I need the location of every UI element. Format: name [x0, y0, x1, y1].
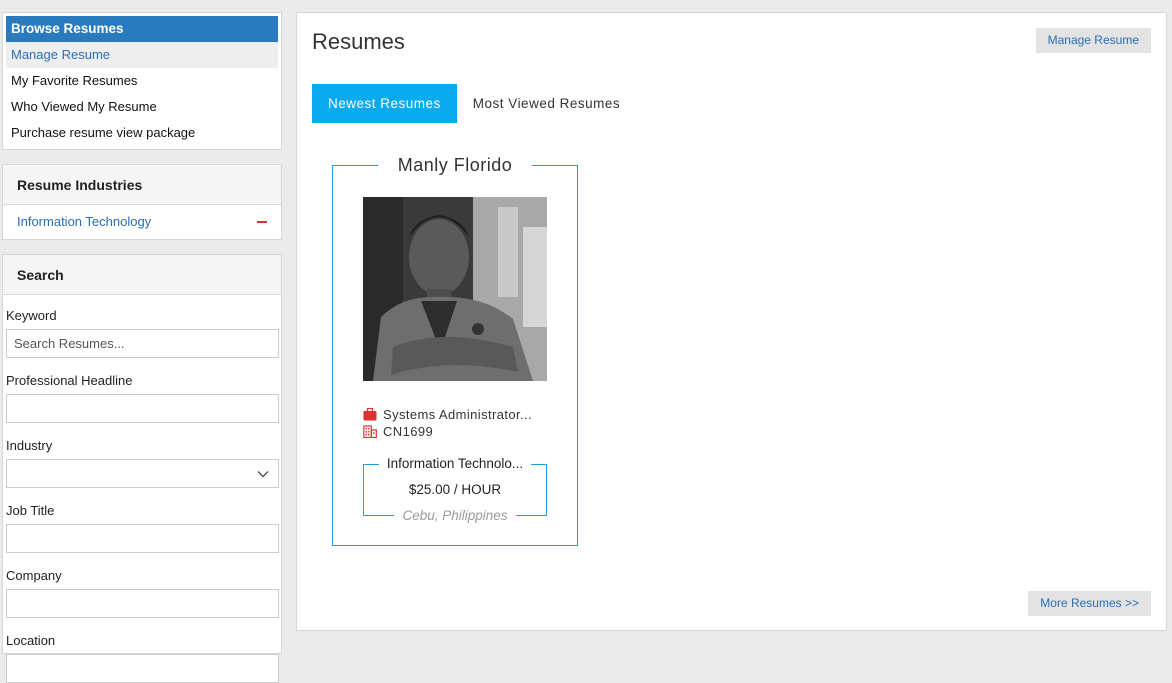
tab-newest-resumes[interactable]: Newest Resumes	[312, 84, 457, 123]
chevron-down-icon	[257, 471, 269, 478]
location-label: Location	[6, 633, 56, 648]
headline-label: Professional Headline	[6, 373, 133, 388]
location-wrap: Cebu, Philippines	[364, 508, 546, 523]
menu-item-who-viewed[interactable]: Who Viewed My Resume	[6, 94, 278, 120]
menu-item-favorite-resumes[interactable]: My Favorite Resumes	[6, 68, 278, 94]
rate-box: Information Technolo... $25.00 / HOUR Ce…	[363, 456, 547, 523]
sidebar-menu: Browse Resumes Manage Resume My Favorite…	[2, 12, 282, 150]
industries-panel: Resume Industries Information Technology	[2, 164, 282, 240]
candidate-location: Cebu, Philippines	[394, 508, 516, 523]
job-title-input[interactable]	[6, 524, 279, 553]
candidate-photo[interactable]	[363, 197, 547, 381]
sidebar: Browse Resumes Manage Resume My Favorite…	[2, 12, 282, 683]
search-form: Keyword Professional Headline Industry J…	[3, 295, 281, 683]
manage-resume-button[interactable]: Manage Resume	[1035, 28, 1151, 53]
minus-icon[interactable]	[257, 221, 267, 223]
candidate-company: CN1699	[383, 424, 434, 439]
job-title-row: Systems Administrator...	[363, 407, 532, 422]
company-label: Company	[6, 568, 62, 583]
company-row: CN1699	[363, 424, 433, 439]
menu-item-purchase-package[interactable]: Purchase resume view package	[6, 120, 278, 146]
menu-item-manage-resume[interactable]: Manage Resume	[6, 42, 278, 68]
page-title: Resumes	[312, 29, 405, 54]
search-panel-title: Search	[3, 255, 281, 295]
card-name-wrap: Manly Florido	[333, 155, 577, 176]
industry-select[interactable]	[6, 459, 279, 488]
tab-most-viewed-resumes[interactable]: Most Viewed Resumes	[457, 84, 636, 123]
main-panel: Resumes Manage Resume Newest Resumes Mos…	[296, 12, 1167, 631]
industry-link[interactable]: Information Technology	[17, 205, 151, 239]
candidate-industry: Information Technolo...	[378, 456, 532, 471]
company-input[interactable]	[6, 589, 279, 618]
candidate-rate: $25.00 / HOUR	[408, 482, 502, 497]
industry-label: Industry	[6, 438, 53, 453]
resume-card[interactable]: Manly Florido Systems Administrator... C…	[332, 155, 578, 546]
candidate-name[interactable]: Manly Florido	[377, 155, 533, 175]
menu-item-browse-resumes[interactable]: Browse Resumes	[6, 16, 278, 42]
industry-wrap: Information Technolo...	[364, 456, 546, 471]
more-resumes-button[interactable]: More Resumes >>	[1028, 591, 1151, 616]
industries-panel-title: Resume Industries	[3, 165, 281, 205]
industry-item: Information Technology	[3, 205, 281, 239]
briefcase-icon	[363, 408, 377, 421]
candidate-photo-image	[363, 197, 547, 381]
headline-input[interactable]	[6, 394, 279, 423]
building-icon	[363, 425, 377, 438]
job-title-label: Job Title	[6, 503, 55, 518]
location-input[interactable]	[6, 654, 279, 683]
keyword-label: Keyword	[6, 308, 57, 323]
candidate-job-title: Systems Administrator...	[383, 407, 533, 422]
search-panel: Search Keyword Professional Headline Ind…	[2, 254, 282, 683]
resume-tabs: Newest Resumes Most Viewed Resumes	[312, 84, 636, 123]
keyword-input[interactable]	[6, 329, 279, 358]
